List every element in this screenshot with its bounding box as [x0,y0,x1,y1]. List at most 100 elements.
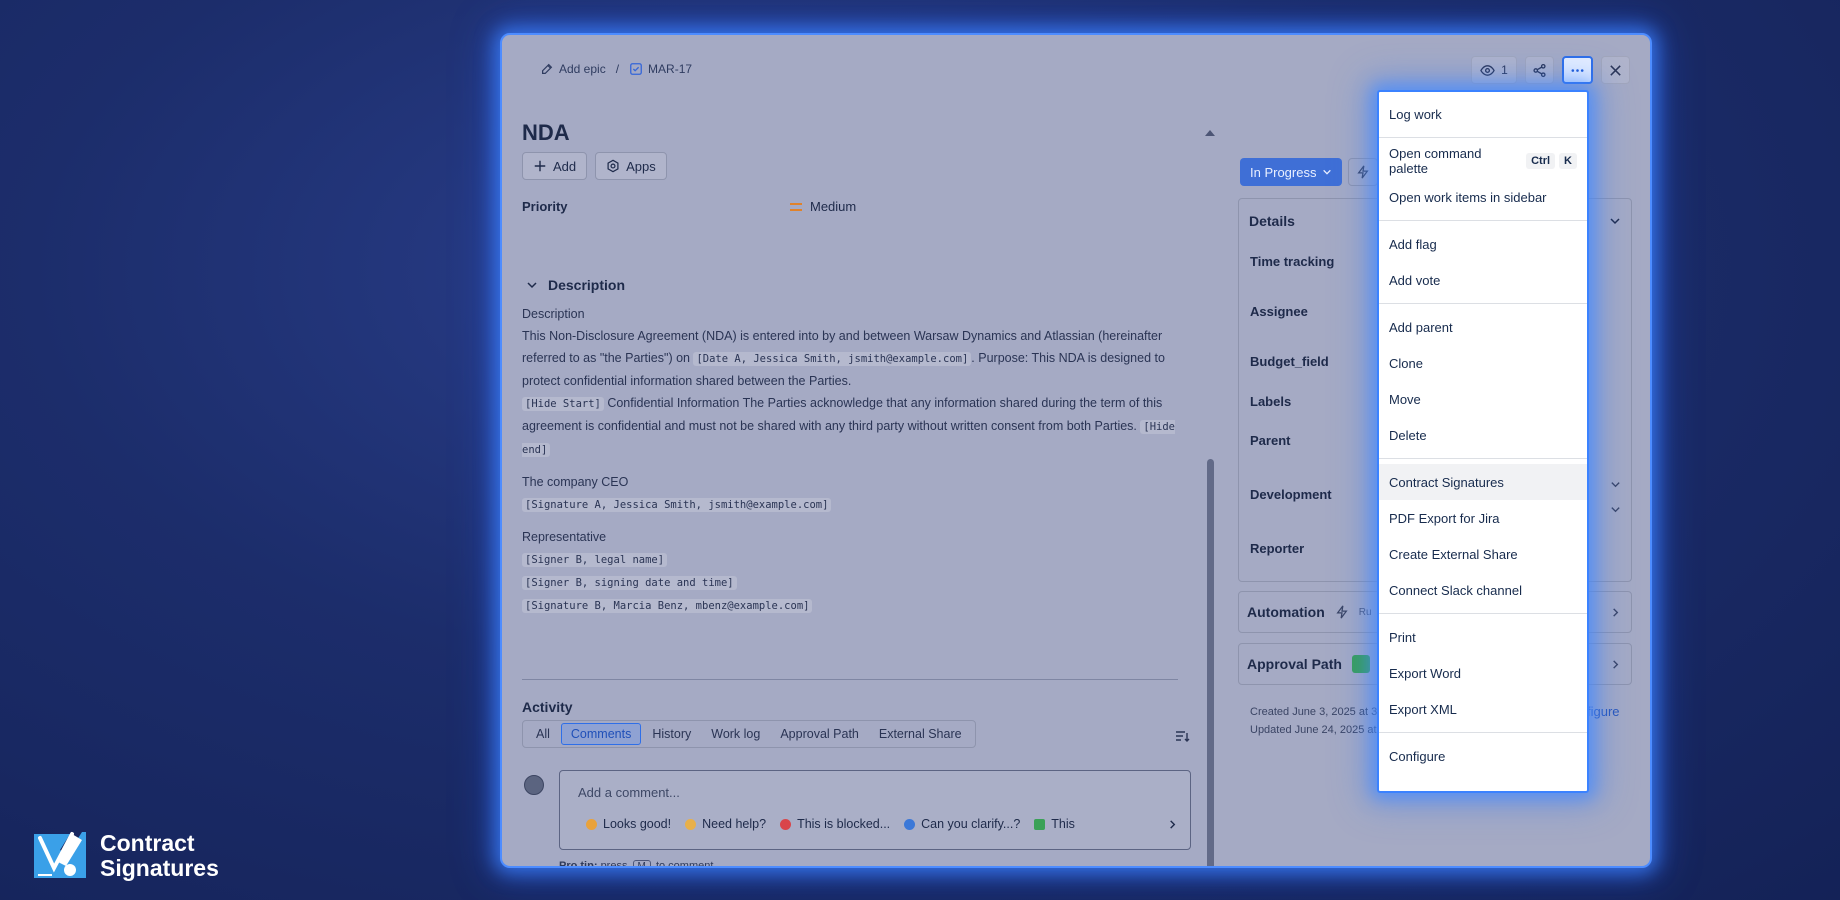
quick-reply-need-help[interactable]: Need help? [685,817,766,831]
priority-value[interactable]: Medium [790,199,856,214]
representative-block: Representative [Signer B, legal name] [S… [522,526,1182,617]
menu-log-work[interactable]: Log work [1379,96,1587,132]
chevron-down-icon[interactable] [1609,215,1621,227]
tab-comments[interactable]: Comments [560,723,642,745]
menu-separator [1379,303,1587,304]
description-paragraph-1: This Non-Disclosure Agreement (NDA) is e… [522,329,1165,388]
gear-icon [607,159,619,173]
quick-reply-looks-good[interactable]: Looks good! [586,817,671,831]
add-button[interactable]: Add [522,152,588,180]
menu-external-share[interactable]: Create External Share [1379,536,1587,572]
checkbox-icon [630,63,642,75]
tab-all[interactable]: All [527,724,559,744]
updated-date: Updated June 24, 2025 at 1 [1250,724,1386,736]
field-assignee: Assignee [1250,304,1308,319]
menu-pdf-export[interactable]: PDF Export for Jira [1379,500,1587,536]
field-time-tracking: Time tracking [1250,254,1335,269]
watch-button[interactable]: 1 [1471,56,1517,84]
close-button[interactable] [1601,56,1630,84]
priority-field: Priority Medium [522,199,1082,214]
issue-key-link[interactable]: MAR-17 [629,62,692,76]
contract-signatures-logo-icon [34,832,86,878]
hide-start-tag: [Hide Start] [522,397,604,411]
description-label: Description [522,307,585,321]
signer-b-name-placeholder: [Signer B, legal name] [522,553,668,567]
description-body[interactable]: Description This Non-Disclosure Agreemen… [522,303,1182,617]
tab-history[interactable]: History [643,724,700,744]
tab-external-share[interactable]: External Share [870,724,971,744]
pro-tip: Pro tip: press M to comment [559,860,713,866]
tab-approval-path[interactable]: Approval Path [771,724,868,744]
menu-export-xml[interactable]: Export XML [1379,691,1587,727]
issue-actions-row: Add Apps [522,152,667,180]
chevron-down-icon[interactable] [1610,504,1621,515]
section-divider [522,679,1178,680]
date-placeholder: [Date A, Jessica Smith, jsmith@example.c… [693,352,972,366]
sort-icon[interactable] [1174,728,1190,744]
party-icon [586,818,597,830]
menu-move[interactable]: Move [1379,381,1587,417]
more-actions-button[interactable] [1562,56,1593,84]
more-icon [1571,68,1584,72]
comment-input[interactable]: Add a comment... [578,785,680,800]
issue-title[interactable]: NDA [522,120,570,146]
menu-connect-slack[interactable]: Connect Slack channel [1379,572,1587,608]
configure-link[interactable]: figure [1587,704,1620,719]
quick-replies: Looks good! Need help? This is blocked..… [586,817,1176,831]
menu-open-command-palette[interactable]: Open command palette Ctrl K [1379,143,1587,179]
menu-export-word[interactable]: Export Word [1379,655,1587,691]
menu-separator [1379,458,1587,459]
plus-icon [534,160,546,172]
apps-button[interactable]: Apps [595,152,667,180]
quick-reply-blocked[interactable]: This is blocked... [780,817,890,831]
edit-icon [542,63,553,74]
tab-work-log[interactable]: Work log [702,724,769,744]
menu-contract-signatures[interactable]: Contract Signatures [1379,464,1587,500]
eye-icon [1480,64,1495,76]
field-parent: Parent [1250,433,1291,448]
avatar [524,775,544,795]
breadcrumb: Add epic / MAR-17 [540,62,692,76]
priority-label: Priority [522,199,568,214]
scroll-up-arrow[interactable] [1205,130,1215,136]
created-date: Created June 3, 2025 at 3:5 [1250,706,1387,718]
field-labels: Labels [1250,394,1292,409]
description-toggle[interactable]: Description [526,277,625,293]
chevron-right-icon[interactable] [1167,819,1178,830]
scrollbar-thumb[interactable] [1207,459,1214,866]
check-icon [1034,818,1046,830]
shortcut-key: M [632,860,651,866]
chevron-down-icon [527,282,537,289]
magnifier-icon [904,818,916,830]
menu-print[interactable]: Print [1379,619,1587,655]
add-epic-link[interactable]: Add epic [540,62,606,76]
chevron-down-icon[interactable] [1610,479,1621,490]
blocked-icon [780,818,792,830]
menu-add-vote[interactable]: Add vote [1379,262,1587,298]
menu-add-flag[interactable]: Add flag [1379,226,1587,262]
share-button[interactable] [1525,56,1554,84]
field-budget: Budget_field [1250,354,1329,369]
menu-clone[interactable]: Clone [1379,345,1587,381]
comment-box[interactable]: Add a comment... Looks good! Need help? … [559,770,1191,850]
quick-reply-clarify[interactable]: Can you clarify...? [904,817,1020,831]
details-heading[interactable]: Details [1249,213,1295,229]
menu-configure[interactable]: Configure [1379,738,1587,774]
close-icon [1610,64,1621,76]
quick-reply-this[interactable]: This [1034,817,1075,831]
share-icon [1533,63,1546,77]
lightning-icon [1336,605,1348,619]
activity-heading: Activity [522,699,573,715]
field-development: Development [1250,487,1332,502]
menu-delete[interactable]: Delete [1379,417,1587,453]
status-button[interactable]: In Progress [1240,158,1343,186]
more-actions-menu: Log work Open command palette Ctrl K Open… [1377,90,1589,793]
menu-open-sidebar[interactable]: Open work items in sidebar [1379,179,1587,215]
menu-separator [1379,220,1587,221]
menu-add-parent[interactable]: Add parent [1379,309,1587,345]
description-paragraph-2: [Hide Start] Confidential Information Th… [522,396,1175,457]
watcher-count: 1 [1501,63,1508,77]
menu-separator [1379,137,1587,138]
automation-button[interactable] [1348,158,1378,186]
ceo-block: The company CEO [Signature A, Jessica Sm… [522,471,1182,516]
